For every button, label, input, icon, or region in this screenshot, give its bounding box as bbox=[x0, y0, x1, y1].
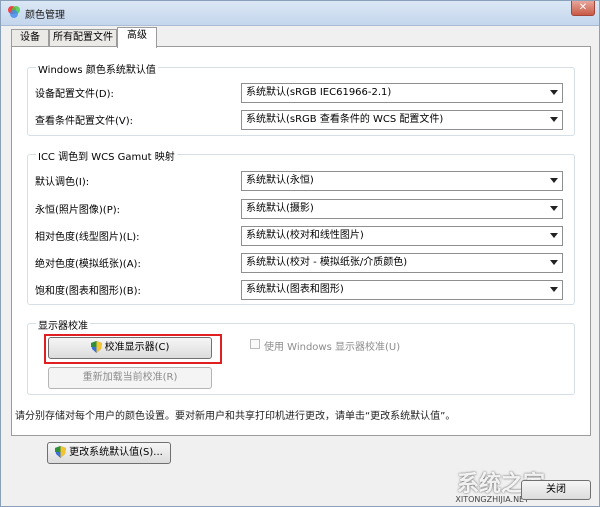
absolute-colorimetric-select[interactable]: 系统默认(校对 - 模拟纸张/介质颜色) bbox=[241, 253, 563, 273]
color-management-window: 颜色管理 ✕ 设备 所有配置文件 高级 Windows 颜色系统默认值 设备配置… bbox=[0, 0, 600, 507]
viewing-conditions-label: 查看条件配置文件(V): bbox=[35, 116, 134, 127]
defaults-group-title: Windows 颜色系统默认值 bbox=[36, 61, 158, 76]
dropdown-arrow-icon bbox=[550, 178, 558, 183]
dropdown-arrow-icon bbox=[550, 206, 558, 211]
device-profile-select[interactable]: 系统默认(sRGB IEC61966-2.1) bbox=[241, 83, 563, 103]
info-text: 请分别存储对每个用户的颜色设置。要对新用户和共享打印机进行更改，请单击“更改系统… bbox=[15, 411, 456, 422]
saturation-select[interactable]: 系统默认(图表和图形) bbox=[241, 280, 563, 300]
perceptual-select[interactable]: 系统默认(摄影) bbox=[241, 199, 563, 219]
viewing-conditions-select[interactable]: 系统默认(sRGB 查看条件的 WCS 配置文件) bbox=[241, 110, 563, 130]
dropdown-arrow-icon bbox=[550, 260, 558, 265]
color-management-icon bbox=[8, 6, 20, 18]
close-button[interactable]: 关闭 bbox=[521, 480, 591, 500]
uac-shield-icon bbox=[55, 446, 67, 458]
dropdown-arrow-icon bbox=[550, 90, 558, 95]
use-windows-calibration-label: 使用 Windows 显示器校准(U) bbox=[264, 342, 401, 353]
saturation-label: 饱和度(图表和图形)(B): bbox=[35, 286, 141, 297]
dropdown-arrow-icon bbox=[550, 117, 558, 122]
window-title: 颜色管理 bbox=[25, 10, 65, 21]
calibrate-highlight-box bbox=[44, 334, 222, 364]
reload-calibration-button[interactable]: 重新加载当前校准(R) bbox=[48, 367, 212, 389]
title-bar[interactable]: 颜色管理 ✕ bbox=[1, 1, 599, 26]
perceptual-label: 永恒(照片图像)(P): bbox=[35, 205, 121, 216]
use-windows-calibration-checkbox[interactable] bbox=[250, 339, 260, 349]
dropdown-arrow-icon bbox=[550, 287, 558, 292]
tab-all-profiles[interactable]: 所有配置文件 bbox=[49, 29, 117, 46]
tab-devices[interactable]: 设备 bbox=[11, 29, 49, 46]
title-close-button[interactable]: ✕ bbox=[571, 1, 595, 16]
dropdown-arrow-icon bbox=[550, 233, 558, 238]
device-profile-label: 设备配置文件(D): bbox=[35, 89, 114, 100]
calibration-group-title: 显示器校准 bbox=[36, 317, 90, 332]
change-system-defaults-button[interactable]: 更改系统默认值(S)... bbox=[47, 442, 171, 464]
default-rendering-select[interactable]: 系统默认(永恒) bbox=[241, 171, 563, 191]
tab-advanced[interactable]: 高级 bbox=[117, 27, 157, 48]
relative-colorimetric-select[interactable]: 系统默认(校对和线性图片) bbox=[241, 226, 563, 246]
relative-colorimetric-label: 相对色度(线型图片)(L): bbox=[35, 232, 140, 243]
gamut-mapping-group-title: ICC 调色到 WCS Gamut 映射 bbox=[36, 148, 177, 163]
absolute-colorimetric-label: 绝对色度(模拟纸张)(A): bbox=[35, 259, 141, 270]
default-rendering-label: 默认调色(I): bbox=[35, 177, 90, 188]
watermark-url: XITONGZHIJIA.NET bbox=[455, 495, 529, 504]
close-icon: ✕ bbox=[578, 2, 588, 13]
